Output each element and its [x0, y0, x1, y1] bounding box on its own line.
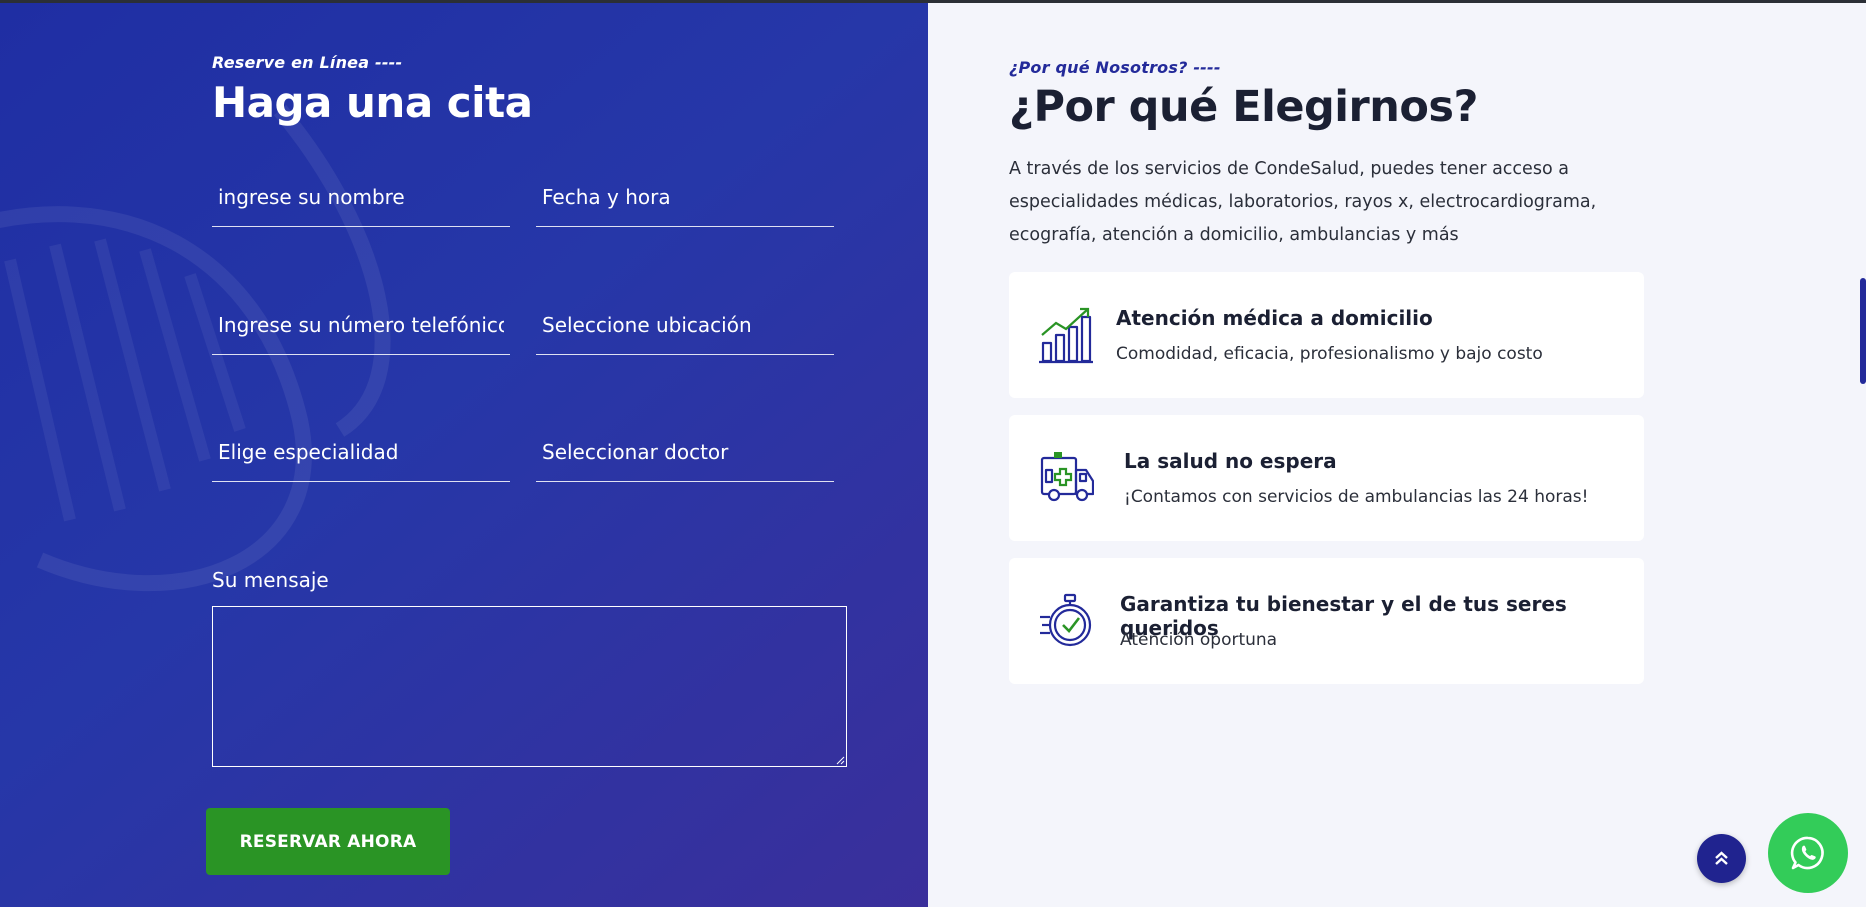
- feature-card-home-care: Atención médica a domicilio Comodidad, e…: [1009, 272, 1644, 398]
- ambulance-icon: [1040, 452, 1094, 502]
- appointment-section: Reserve en Línea ---- Haga una cita Su m…: [0, 0, 928, 907]
- location-field: [536, 295, 834, 355]
- feature-text: Atención oportuna: [1120, 630, 1278, 650]
- growth-chart-icon: [1039, 307, 1093, 364]
- booking-title: Haga una cita: [212, 78, 533, 127]
- name-field: [212, 167, 510, 227]
- stopwatch-icon: [1040, 593, 1092, 647]
- phone-field: [212, 295, 510, 355]
- specialty-select[interactable]: [212, 422, 510, 481]
- location-select[interactable]: [536, 295, 834, 354]
- browser-top-edge: [0, 0, 1866, 3]
- feature-text: Comodidad, eficacia, profesionalismo y b…: [1116, 344, 1543, 364]
- feature-title: Atención médica a domicilio: [1116, 306, 1433, 330]
- double-chevron-up-icon: [1715, 851, 1728, 865]
- scroll-to-top-button[interactable]: [1697, 834, 1746, 883]
- why-intro-text: A través de los servicios de CondeSalud,…: [1009, 159, 1597, 245]
- doctor-field: [536, 422, 834, 482]
- date-field: [536, 167, 834, 227]
- booking-eyebrow: Reserve en Línea ----: [212, 53, 403, 72]
- message-label: Su mensaje: [212, 568, 329, 592]
- phone-input[interactable]: [212, 295, 510, 354]
- resize-handle-icon[interactable]: [836, 756, 845, 765]
- date-time-input[interactable]: [536, 167, 834, 226]
- feature-text: ¡Contamos con servicios de ambulancias l…: [1124, 487, 1589, 507]
- feature-title: La salud no espera: [1124, 449, 1337, 473]
- whatsapp-icon: [1790, 836, 1824, 870]
- message-textarea[interactable]: [212, 606, 847, 767]
- feature-card-wellbeing: Garantiza tu bienestar y el de tus seres…: [1009, 558, 1644, 684]
- why-eyebrow: ¿Por qué Nosotros? ----: [1009, 58, 1221, 77]
- page-scrollbar[interactable]: [1860, 278, 1866, 384]
- whatsapp-chat-button[interactable]: [1768, 813, 1848, 893]
- doctor-select[interactable]: [536, 422, 834, 481]
- specialty-field: [212, 422, 510, 482]
- feature-card-ambulance: La salud no espera ¡Contamos con servici…: [1009, 415, 1644, 541]
- reserve-now-button[interactable]: RESERVAR AHORA: [206, 808, 450, 875]
- name-input[interactable]: [212, 167, 510, 226]
- why-title: ¿Por qué Elegirnos?: [1009, 82, 1478, 132]
